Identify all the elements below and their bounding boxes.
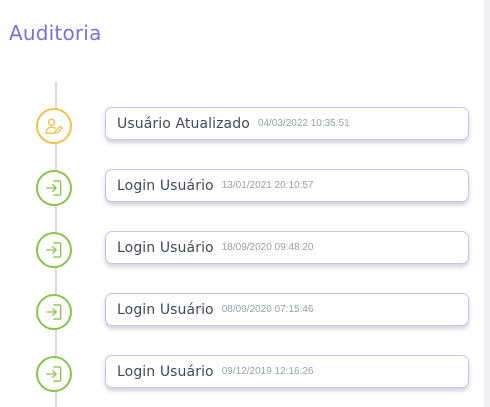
timeline-item: Login Usuário 18/09/2020 09:48:20 bbox=[0, 230, 484, 274]
scroll-gutter bbox=[484, 0, 490, 407]
login-marker bbox=[36, 232, 72, 268]
login-icon bbox=[46, 242, 62, 258]
login-icon bbox=[46, 304, 62, 320]
audit-entry-card[interactable]: Login Usuário 08/09/2020 07:15:46 bbox=[105, 293, 469, 326]
audit-entry-card[interactable]: Login Usuário 09/12/2019 12:16:26 bbox=[105, 355, 469, 388]
audit-panel: Auditoria Usuário Atualizado 04/03/2022 … bbox=[0, 0, 484, 407]
timeline-item: Login Usuário 09/12/2019 12:16:26 bbox=[0, 354, 484, 398]
page-title: Auditoria bbox=[9, 21, 102, 45]
entry-datetime: 18/09/2020 09:48:20 bbox=[221, 242, 314, 253]
entry-title: Login Usuário bbox=[117, 363, 214, 380]
entry-title: Login Usuário bbox=[117, 301, 214, 318]
entry-title: Login Usuário bbox=[117, 239, 214, 256]
login-marker bbox=[36, 356, 72, 392]
audit-entry-card[interactable]: Usuário Atualizado 04/03/2022 10:35:51 bbox=[105, 107, 469, 140]
timeline-item: Login Usuário 08/09/2020 07:15:46 bbox=[0, 292, 484, 336]
entry-title: Usuário Atualizado bbox=[117, 115, 250, 132]
audit-entry-card[interactable]: Login Usuário 13/01/2021 20:10:57 bbox=[105, 169, 469, 202]
login-icon bbox=[46, 180, 62, 196]
entry-datetime: 04/03/2022 10:35:51 bbox=[257, 118, 350, 129]
audit-entry-card[interactable]: Login Usuário 18/09/2020 09:48:20 bbox=[105, 231, 469, 264]
timeline-item: Login Usuário 13/01/2021 20:10:57 bbox=[0, 168, 484, 212]
entry-datetime: 13/01/2021 20:10:57 bbox=[221, 180, 314, 191]
login-marker bbox=[36, 294, 72, 330]
entry-datetime: 09/12/2019 12:16:26 bbox=[221, 366, 314, 377]
entry-title: Login Usuário bbox=[117, 177, 214, 194]
login-marker bbox=[36, 170, 72, 206]
timeline-item: Usuário Atualizado 04/03/2022 10:35:51 bbox=[0, 106, 484, 150]
entry-datetime: 08/09/2020 07:15:46 bbox=[221, 304, 314, 315]
user-edit-icon bbox=[45, 118, 63, 134]
login-icon bbox=[46, 366, 62, 382]
user-edit-marker bbox=[36, 108, 72, 144]
